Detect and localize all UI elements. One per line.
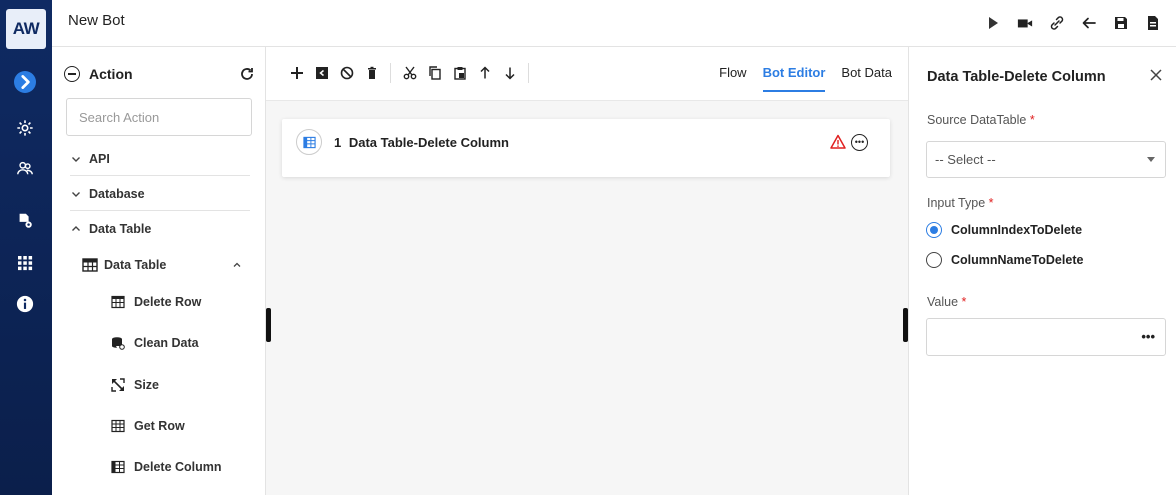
select-value: -- Select -- <box>935 152 996 167</box>
source-datatable-label: Source DataTable * <box>927 113 1035 127</box>
action-item-label: Size <box>134 378 160 392</box>
more-options-icon[interactable]: ••• <box>851 134 868 151</box>
action-item-size[interactable]: Size <box>110 374 159 396</box>
delete-icon[interactable] <box>363 65 380 82</box>
clean-data-icon <box>110 335 126 351</box>
editor-toolbar: Flow Bot Editor Bot Data <box>266 47 908 101</box>
category-api[interactable]: API <box>70 142 250 176</box>
action-item-label: Delete Row <box>134 295 202 309</box>
cut-icon[interactable] <box>401 65 418 82</box>
size-icon <box>110 377 126 393</box>
close-icon[interactable] <box>1148 67 1164 83</box>
radio-label: ColumnNameToDelete <box>951 253 1084 267</box>
bot-canvas: Flow Bot Editor Bot Data 1 Data Table-De… <box>266 47 908 495</box>
collapse-action-icon[interactable] <box>64 66 80 82</box>
link-icon[interactable] <box>1048 14 1066 32</box>
category-label: Data Table <box>89 222 152 236</box>
required-mark: * <box>961 295 967 309</box>
search-action-input[interactable] <box>66 98 252 136</box>
move-down-icon[interactable] <box>501 65 518 82</box>
back-arrow-icon[interactable] <box>1080 14 1098 32</box>
chevron-up-icon[interactable] <box>232 260 242 270</box>
paste-icon[interactable] <box>451 65 468 82</box>
properties-title: Data Table-Delete Column <box>927 69 1106 85</box>
properties-panel: Data Table-Delete Column Source DataTabl… <box>908 47 1176 495</box>
top-bar: New Bot <box>52 0 1176 47</box>
action-item-delete-row[interactable]: Delete Row <box>110 291 201 313</box>
value-input[interactable]: ••• <box>926 318 1166 356</box>
input-type-label: Input Type * <box>927 196 994 210</box>
left-rail: AW <box>0 0 52 495</box>
action-panel-title: Action <box>89 66 133 82</box>
step-title: Data Table-Delete Column <box>348 135 509 150</box>
label-text: Value <box>927 295 959 309</box>
logo-text: AW <box>12 19 40 38</box>
dropdown-caret-icon <box>1147 157 1155 162</box>
step-number: 1 <box>334 135 342 150</box>
info-icon[interactable] <box>14 293 36 315</box>
delete-column-icon <box>296 129 322 155</box>
category-database[interactable]: Database <box>70 177 250 211</box>
chevron-down-icon <box>72 191 80 197</box>
required-mark: * <box>988 196 994 210</box>
add-icon[interactable] <box>288 65 305 82</box>
bot-title: New Bot <box>68 12 125 29</box>
settings-gear-icon[interactable] <box>14 117 36 139</box>
users-icon[interactable] <box>14 157 36 179</box>
category-data-table[interactable]: Data Table <box>70 212 250 246</box>
tab-flow[interactable]: Flow <box>719 65 746 92</box>
category-label: API <box>89 151 110 166</box>
record-icon[interactable] <box>1016 14 1034 32</box>
table-icon <box>82 258 98 272</box>
radio-column-name[interactable]: ColumnNameToDelete <box>926 250 1083 270</box>
chevron-down-icon <box>72 156 80 162</box>
category-label: Database <box>89 186 145 201</box>
source-datatable-select[interactable]: -- Select -- <box>926 141 1166 178</box>
step-node[interactable]: 1 Data Table-Delete Column ••• <box>282 119 890 177</box>
get-row-icon <box>110 418 126 434</box>
step-label: 1 Data Table-Delete Column <box>334 135 509 150</box>
action-item-get-row[interactable]: Get Row <box>110 415 185 437</box>
expand-icon[interactable] <box>14 71 36 93</box>
radio-selected-icon[interactable] <box>926 222 942 238</box>
action-item-label: Delete Column <box>134 460 222 474</box>
radio-label: ColumnIndexToDelete <box>951 223 1083 237</box>
action-item-delete-column[interactable]: Delete Column <box>110 456 222 478</box>
bot-files-icon[interactable] <box>14 210 36 232</box>
subgroup-data-table[interactable]: Data Table <box>82 253 242 277</box>
save-icon[interactable] <box>1112 14 1130 32</box>
action-panel: Action API Database Data Table Data Tabl… <box>52 47 266 495</box>
label-text: Input Type <box>927 196 986 210</box>
left-resize-handle[interactable] <box>266 308 271 342</box>
warning-icon[interactable] <box>830 134 846 150</box>
subgroup-label: Data Table <box>104 258 167 272</box>
import-step-icon[interactable] <box>313 65 330 82</box>
tab-bot-editor[interactable]: Bot Editor <box>762 65 826 92</box>
play-icon[interactable] <box>984 14 1002 32</box>
delete-column-icon <box>110 459 126 475</box>
value-more-icon[interactable]: ••• <box>1141 329 1155 344</box>
action-item-label: Get Row <box>134 419 185 433</box>
copy-icon[interactable] <box>426 65 443 82</box>
action-item-clean-data[interactable]: Clean Data <box>110 332 199 354</box>
move-up-icon[interactable] <box>476 65 493 82</box>
app-logo[interactable]: AW <box>6 9 46 49</box>
action-item-label: Clean Data <box>134 336 199 350</box>
export-icon[interactable] <box>1144 14 1162 32</box>
toolbar-divider <box>528 63 529 83</box>
grid-icon[interactable] <box>14 252 36 274</box>
label-text: Source DataTable <box>927 113 1027 127</box>
radio-column-index[interactable]: ColumnIndexToDelete <box>926 220 1082 240</box>
chevron-up-icon <box>72 226 80 231</box>
radio-unselected-icon[interactable] <box>926 252 942 268</box>
delete-row-icon <box>110 294 126 310</box>
tab-bot-data[interactable]: Bot Data <box>841 65 892 92</box>
refresh-icon[interactable] <box>239 66 255 82</box>
required-mark: * <box>1029 113 1035 127</box>
toolbar-divider <box>390 63 391 83</box>
disable-icon[interactable] <box>338 65 355 82</box>
value-label: Value * <box>927 295 966 309</box>
